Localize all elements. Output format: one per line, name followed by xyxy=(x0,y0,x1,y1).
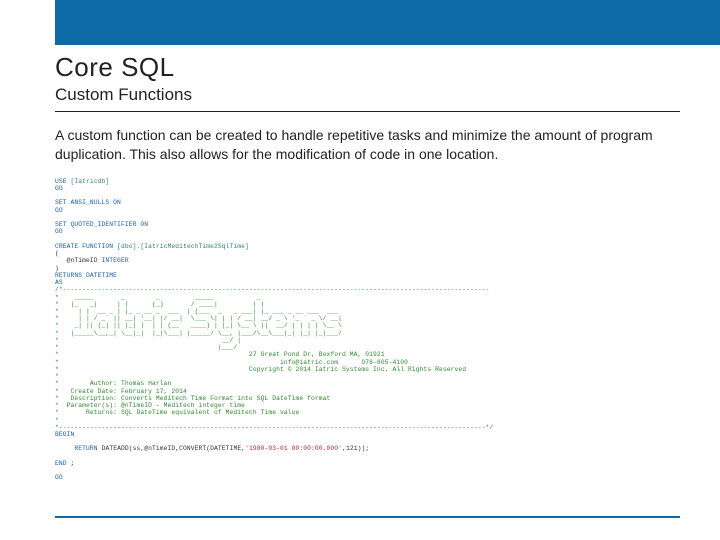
page-subtitle: Custom Functions xyxy=(55,85,680,105)
title-underline xyxy=(55,111,680,112)
page-title: Core SQL xyxy=(55,52,680,83)
header-band xyxy=(55,0,720,45)
body-paragraph: A custom function can be created to hand… xyxy=(55,126,680,164)
footer-rule xyxy=(55,516,680,518)
slide-content: Core SQL Custom Functions A custom funct… xyxy=(55,52,680,482)
code-block: USE [Iatricdb] GO SET ANSI_NULLS ON GO S… xyxy=(55,178,680,482)
